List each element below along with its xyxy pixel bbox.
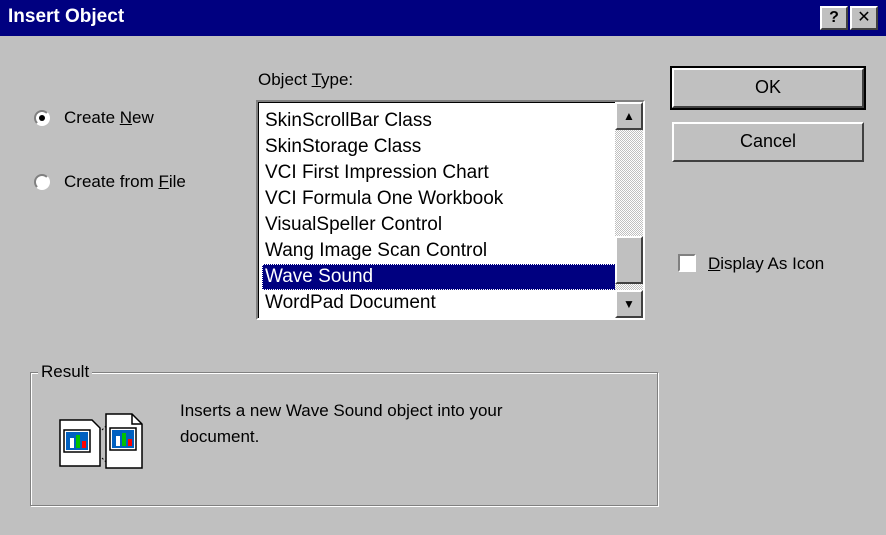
- list-item[interactable]: Wang Image Scan Control: [262, 238, 616, 264]
- result-group-title: Result: [38, 362, 93, 382]
- list-item[interactable]: VCI Formula One Workbook: [262, 186, 616, 212]
- object-type-label: Object Type:: [258, 70, 354, 89]
- help-button[interactable]: ?: [820, 6, 848, 30]
- object-type-list: SkinScrollBar Class SkinStorage Class VC…: [262, 108, 616, 316]
- create-new-label[interactable]: Create New: [64, 108, 154, 128]
- dialog-title: Insert Object: [8, 6, 125, 27]
- object-type-listbox[interactable]: SkinScrollBar Class SkinStorage Class VC…: [256, 100, 645, 320]
- create-from-file-label[interactable]: Create from File: [64, 172, 186, 192]
- create-from-file-radio[interactable]: [34, 174, 50, 190]
- result-description: Inserts a new Wave Sound object into you…: [180, 401, 503, 446]
- display-as-icon-label[interactable]: Display As Icon: [708, 254, 824, 274]
- cancel-button[interactable]: Cancel: [672, 122, 864, 162]
- vertical-scrollbar[interactable]: ▲ ▼: [615, 102, 643, 318]
- scroll-up-arrow-icon[interactable]: ▲: [615, 102, 643, 130]
- insert-new-object-icon: [59, 413, 143, 469]
- scroll-down-arrow-icon[interactable]: ▼: [615, 290, 643, 318]
- scroll-thumb[interactable]: [615, 236, 643, 284]
- list-item[interactable]: VCI First Impression Chart: [262, 160, 616, 186]
- list-item[interactable]: SkinStorage Class: [262, 134, 616, 160]
- list-item[interactable]: VisualSpeller Control: [262, 212, 616, 238]
- create-new-radio[interactable]: [34, 110, 50, 126]
- list-item[interactable]: WordPad Document: [262, 290, 616, 316]
- display-as-icon-checkbox[interactable]: [678, 254, 696, 272]
- ok-button[interactable]: OK: [670, 66, 866, 110]
- list-item-selected[interactable]: Wave Sound: [262, 264, 616, 290]
- radio-selected-dot: [39, 115, 45, 121]
- title-bar: Insert Object ? ✕: [0, 0, 886, 36]
- close-button[interactable]: ✕: [850, 6, 878, 30]
- list-item[interactable]: SkinScrollBar Class: [262, 108, 616, 134]
- insert-object-dialog: Insert Object ? ✕ Create New Create from…: [0, 0, 886, 535]
